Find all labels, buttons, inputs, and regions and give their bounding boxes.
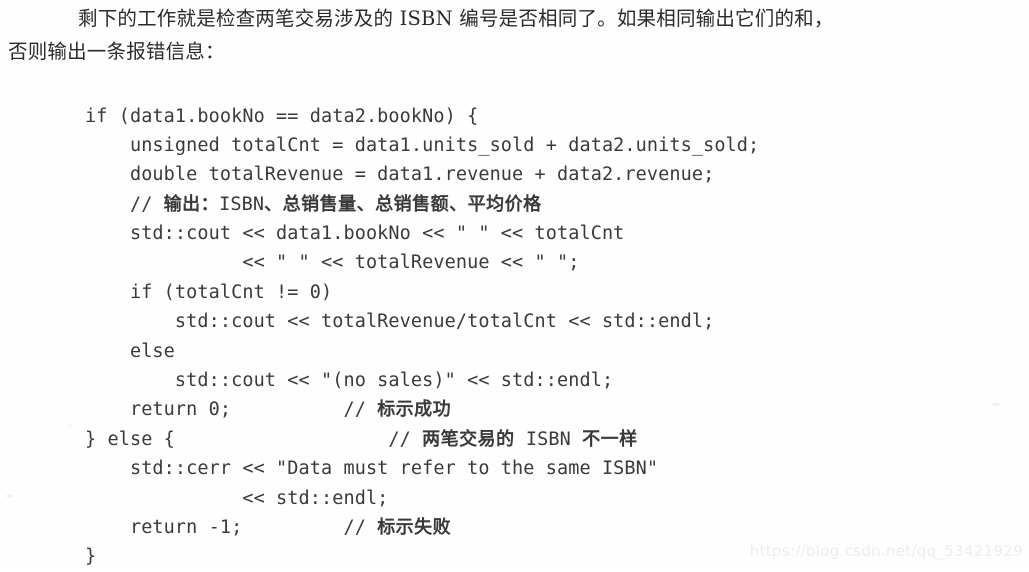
code-token: << " " << totalRevenue << " "; xyxy=(85,252,580,274)
code-token: std::cout << totalRevenue/totalCnt << st… xyxy=(85,311,715,333)
code-line: std::cerr << "Data must refer to the sam… xyxy=(85,454,759,483)
code-token: << std::endl; xyxy=(85,487,389,509)
code-comment-cjk: 、总销售量、总销售额、平均价格 xyxy=(264,193,542,215)
code-token: ISBN xyxy=(219,193,265,215)
code-listing: if (data1.bookNo == data2.bookNo) { unsi… xyxy=(85,102,759,572)
code-token: // xyxy=(85,193,164,215)
code-line: } else { // 两笔交易的 ISBN 不一样 xyxy=(85,425,759,454)
code-line: return -1; // 标示失败 xyxy=(85,513,759,542)
code-line: << std::endl; xyxy=(85,484,759,513)
code-token: ISBN xyxy=(514,428,583,450)
code-line: std::cout << data1.bookNo << " " << tota… xyxy=(85,219,759,248)
code-comment-cjk: 不一样 xyxy=(582,428,638,450)
code-line: return 0; // 标示成功 xyxy=(85,395,759,424)
code-token: std::cout << "(no sales)" << std::endl; xyxy=(85,370,614,392)
csdn-watermark: https://blog.csdn.net/qq_53421929 xyxy=(749,542,1023,560)
code-token: } else { // xyxy=(85,428,423,450)
code-token: return -1; // xyxy=(85,516,378,538)
code-comment-cjk: 输出： xyxy=(163,193,220,215)
code-line: double totalRevenue = data1.revenue + da… xyxy=(85,160,759,189)
scan-speckle xyxy=(6,494,13,498)
intro-line-2: 否则输出一条报错信息： xyxy=(8,40,225,63)
code-token: } xyxy=(85,546,97,568)
code-comment-cjk: 标示失败 xyxy=(377,516,452,538)
code-token: std::cout << data1.bookNo << " " << tota… xyxy=(85,223,625,245)
code-line: std::cout << "(no sales)" << std::endl; xyxy=(85,366,759,395)
code-comment-cjk: 标示成功 xyxy=(377,399,452,421)
code-line: if (data1.bookNo == data2.bookNo) { xyxy=(85,102,759,131)
code-line: } xyxy=(85,542,759,571)
code-token: std::cerr << "Data must refer to the sam… xyxy=(85,458,659,480)
intro-paragraph: 剩下的工作就是检查两笔交易涉及的 ISBN 编号是否相同了。如果相同输出它们的和… xyxy=(8,2,1022,68)
code-token: if (data1.bookNo == data2.bookNo) { xyxy=(85,105,479,127)
code-line: << " " << totalRevenue << " "; xyxy=(85,248,759,277)
code-token: return 0; // xyxy=(85,399,378,421)
code-line: if (totalCnt != 0) xyxy=(85,278,759,307)
code-token: if (totalCnt != 0) xyxy=(85,281,333,303)
scanned-page: 剩下的工作就是检查两笔交易涉及的 ISBN 编号是否相同了。如果相同输出它们的和… xyxy=(0,0,1029,567)
scan-speckle xyxy=(68,424,73,427)
code-line: unsigned totalCnt = data1.units_sold + d… xyxy=(85,131,759,160)
code-line: std::cout << totalRevenue/totalCnt << st… xyxy=(85,307,759,336)
intro-line-1: 剩下的工作就是检查两笔交易涉及的 ISBN 编号是否相同了。如果相同输出它们的和… xyxy=(78,7,834,30)
code-line: else xyxy=(85,337,759,366)
code-token: else xyxy=(85,340,175,362)
code-token: double totalRevenue = data1.revenue + da… xyxy=(85,164,715,186)
code-comment-cjk: 两笔交易的 xyxy=(422,428,515,450)
scan-speckle xyxy=(992,403,1001,406)
code-line: // 输出：ISBN、总销售量、总销售额、平均价格 xyxy=(85,190,759,219)
code-token: unsigned totalCnt = data1.units_sold + d… xyxy=(85,134,760,156)
